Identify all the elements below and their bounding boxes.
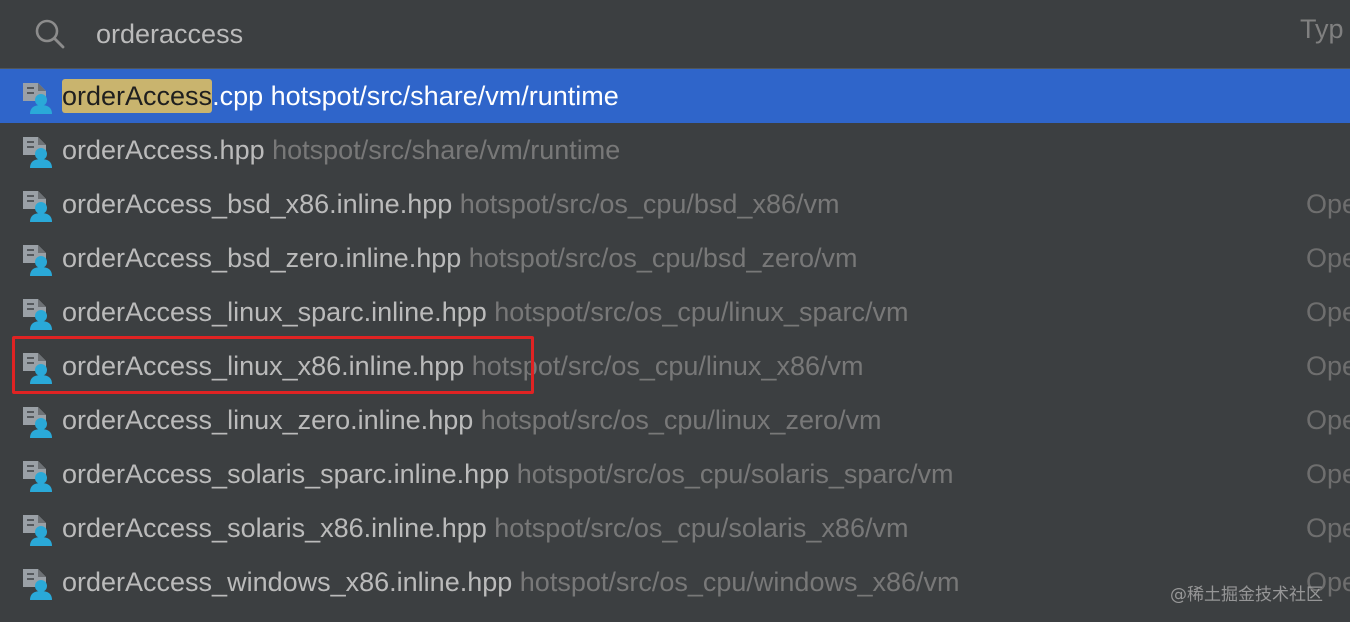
result-row[interactable]: orderAccess_solaris_sparc.inline.hpp hot…: [0, 447, 1350, 501]
result-module-label: Ope: [1306, 513, 1350, 543]
result-row[interactable]: orderAccess_bsd_x86.inline.hpp hotspot/s…: [0, 177, 1350, 231]
result-file-path: hotspot/src/os_cpu/bsd_x86/vm: [459, 189, 840, 219]
header-file-icon: [23, 461, 52, 492]
header-file-icon: [23, 299, 52, 330]
result-file-path: hotspot/src/os_cpu/windows_x86/vm: [519, 567, 960, 597]
file-name-text: orderAccess_linux_sparc.inline.hpp: [62, 297, 487, 327]
result-text: orderAccess_linux_x86.inline.hpp hotspot…: [62, 339, 863, 393]
header-file-icon: [23, 515, 52, 546]
result-row[interactable]: orderAccess.cpp hotspot/src/share/vm/run…: [0, 69, 1350, 123]
result-file-path: hotspot/src/os_cpu/solaris_sparc/vm: [516, 459, 954, 489]
file-name-text: orderAccess_solaris_sparc.inline.hpp: [62, 459, 510, 489]
result-file-path: hotspot/src/os_cpu/linux_zero/vm: [480, 405, 882, 435]
search-icon: [35, 19, 65, 49]
result-file-name: orderAccess_bsd_zero.inline.hpp: [62, 243, 461, 273]
header-file-icon: [23, 245, 52, 276]
header-file-icon: [23, 407, 52, 438]
result-file-name: orderAccess_linux_sparc.inline.hpp: [62, 297, 487, 327]
result-text: orderAccess.cpp hotspot/src/share/vm/run…: [62, 69, 619, 123]
file-name-text: orderAccess_linux_x86.inline.hpp: [62, 351, 465, 381]
result-file-name: orderAccess_solaris_x86.inline.hpp: [62, 513, 487, 543]
result-row[interactable]: orderAccess_bsd_zero.inline.hpp hotspot/…: [0, 231, 1350, 285]
result-module-label: Ope: [1306, 243, 1350, 273]
result-file-name: orderAccess_windows_x86.inline.hpp: [62, 567, 512, 597]
result-module-label: Ope: [1306, 351, 1350, 381]
file-name-text: orderAccess_linux_zero.inline.hpp: [62, 405, 474, 435]
result-text: orderAccess_linux_zero.inline.hpp hotspo…: [62, 393, 881, 447]
type-column-header: Typ: [1300, 14, 1344, 44]
result-file-name: orderAccess.cpp: [62, 79, 263, 113]
result-row[interactable]: orderAccess_linux_x86.inline.hpp hotspot…: [0, 339, 1350, 393]
result-file-path: hotspot/src/os_cpu/bsd_zero/vm: [468, 243, 858, 273]
result-file-path: hotspot/src/share/vm/runtime: [270, 81, 619, 111]
result-row[interactable]: orderAccess.hpp hotspot/src/share/vm/run…: [0, 123, 1350, 177]
result-text: orderAccess_solaris_x86.inline.hpp hotsp…: [62, 501, 908, 555]
result-text: orderAccess.hpp hotspot/src/share/vm/run…: [62, 123, 620, 177]
result-file-name: orderAccess_bsd_x86.inline.hpp: [62, 189, 452, 219]
file-name-text: orderAccess_bsd_x86.inline.hpp: [62, 189, 453, 219]
result-text: orderAccess_bsd_zero.inline.hpp hotspot/…: [62, 231, 857, 285]
result-file-name: orderAccess_linux_x86.inline.hpp: [62, 351, 464, 381]
result-text: orderAccess_solaris_sparc.inline.hpp hot…: [62, 447, 953, 501]
result-file-path: hotspot/src/os_cpu/linux_sparc/vm: [494, 297, 909, 327]
file-name-text: orderAccess_solaris_x86.inline.hpp: [62, 513, 487, 543]
file-name-text: orderAccess_windows_x86.inline.hpp: [62, 567, 513, 597]
result-file-name: orderAccess_solaris_sparc.inline.hpp: [62, 459, 509, 489]
result-text: orderAccess_linux_sparc.inline.hpp hotsp…: [62, 285, 908, 339]
file-name-text: orderAccess.hpp: [62, 135, 265, 165]
results-list: orderAccess.cpp hotspot/src/share/vm/run…: [0, 69, 1350, 609]
result-file-path: hotspot/src/os_cpu/linux_x86/vm: [471, 351, 864, 381]
header-file-icon: [23, 137, 52, 168]
result-text: orderAccess_windows_x86.inline.hpp hotsp…: [62, 555, 960, 609]
search-bar: Typ: [0, 0, 1350, 69]
result-module-label: Ope: [1306, 297, 1350, 327]
search-match-highlight: orderAccess: [62, 79, 213, 113]
result-file-path: hotspot/src/os_cpu/solaris_x86/vm: [494, 513, 909, 543]
result-text: orderAccess_bsd_x86.inline.hpp hotspot/s…: [62, 177, 839, 231]
result-file-name: orderAccess.hpp: [62, 135, 265, 165]
result-row[interactable]: orderAccess_windows_x86.inline.hpp hotsp…: [0, 555, 1350, 609]
result-module-label: Ope: [1306, 459, 1350, 489]
watermark: @稀土掘金技术社区: [1170, 585, 1323, 605]
search-everywhere-popup: Typ orderAccess.cpp hotspot/src/share/vm…: [0, 0, 1350, 622]
file-name-text: orderAccess_bsd_zero.inline.hpp: [62, 243, 462, 273]
result-file-path: hotspot/src/share/vm/runtime: [272, 135, 621, 165]
result-file-name: orderAccess_linux_zero.inline.hpp: [62, 405, 473, 435]
result-row[interactable]: orderAccess_linux_zero.inline.hpp hotspo…: [0, 393, 1350, 447]
search-input[interactable]: [96, 14, 1196, 54]
header-file-icon: [23, 353, 52, 384]
file-name-text: .cpp: [212, 81, 264, 111]
result-module-label: Ope: [1306, 405, 1350, 435]
result-module-label: Ope: [1306, 189, 1350, 219]
cpp-file-icon: [23, 83, 52, 114]
result-row[interactable]: orderAccess_linux_sparc.inline.hpp hotsp…: [0, 285, 1350, 339]
header-file-icon: [23, 569, 52, 600]
result-row[interactable]: orderAccess_solaris_x86.inline.hpp hotsp…: [0, 501, 1350, 555]
header-file-icon: [23, 191, 52, 222]
